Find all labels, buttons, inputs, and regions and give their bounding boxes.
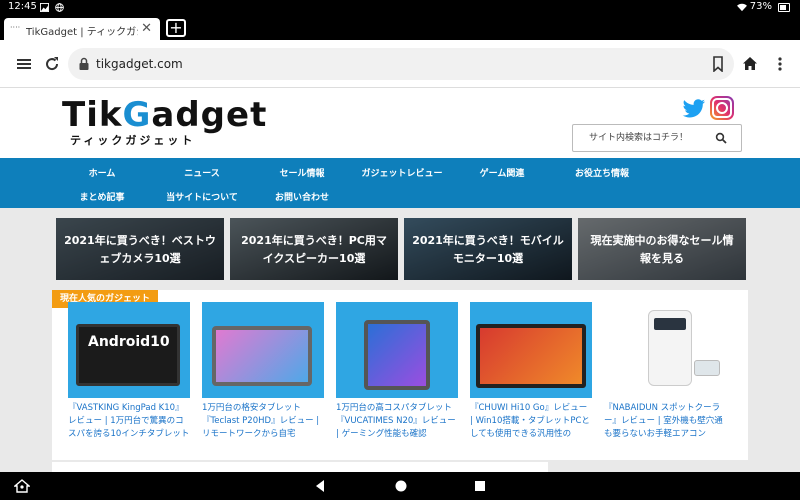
gadget-caption: 1万円台の格安タブレット『Teclast P20HD』レビュー | リモートワー… [202,403,320,439]
menu-icon[interactable] [14,54,34,74]
more-options-icon[interactable] [770,54,790,74]
site-search [572,124,742,152]
tablet-illustration [364,320,430,390]
close-tab-icon[interactable]: ✕ [141,21,152,36]
accessibility-home-icon[interactable] [14,479,30,493]
android-label: Android10 [88,334,170,350]
search-icon[interactable] [715,132,727,144]
gadget-image: Android10 [68,302,190,398]
next-section [52,462,548,472]
nav-item-roundups[interactable]: まとめ記事 [52,190,152,203]
gadget-card[interactable]: 『CHUWI Hi10 Go』レビュー | Win10搭載・タブレットPCとして… [470,302,592,452]
nav-item-games[interactable]: ゲーム関連 [452,166,552,179]
nav-item-reviews[interactable]: ガジェットレビュー [352,166,452,179]
site-logo[interactable]: TikGadget ティックガジェット [62,98,267,148]
feature-banners: 2021年に買うべき！ベストウェブカメラ10選 2021年に買うべき！PC用マイ… [0,208,800,290]
gadget-image [336,302,458,398]
banner-monitor[interactable]: 2021年に買うべき！モバイルモニター10選 [404,218,572,280]
logo-part-b: G [122,95,152,135]
nav-item-about[interactable]: 当サイトについて [152,190,252,203]
banner-label: 現在実施中のお得なセール情報を見る [590,234,734,265]
gadget-caption: 『VASTKING KingPad K10』レビュー | 1万円台で驚異のコスパ… [68,403,190,439]
gadget-caption: 1万円台の高コスパタブレット『VUCATIMES N20』レビュー | ゲーミン… [336,403,456,439]
back-icon[interactable] [314,479,326,493]
home-icon[interactable] [740,54,760,74]
banner-label: 2021年に買うべき！ベストウェブカメラ10選 [64,234,216,265]
status-bar: 12:45 73% [0,0,800,16]
recents-icon[interactable] [474,480,486,492]
tablet-illustration [476,324,586,388]
nav-item-contact[interactable]: お問い合わせ [252,190,352,203]
new-tab-button[interactable]: + [166,19,186,37]
lock-icon [79,57,89,70]
nav-item-sale[interactable]: セール情報 [252,166,352,179]
gadget-image [202,302,324,398]
popular-gadgets: 現在人気のガジェット Android10 『VASTKING KingPad K… [52,290,748,460]
favicon-icon: ···· [10,23,21,32]
banner-sale[interactable]: 現在実施中のお得なセール情報を見る [578,218,746,280]
nav-item-tips[interactable]: お役立ち情報 [552,166,652,179]
system-nav-bar [0,472,800,500]
instagram-icon[interactable] [710,96,734,120]
twitter-icon[interactable] [682,98,706,120]
home-button-icon[interactable] [394,479,408,493]
tablet-illustration [212,326,312,386]
banner-speaker[interactable]: 2021年に買うべき！PC用マイクスピーカー10選 [230,218,398,280]
battery-percent: 73% [749,1,772,12]
cooler-panel [654,318,686,330]
gadget-image [604,302,726,398]
nav-item-home[interactable]: ホーム [52,166,152,179]
wifi-icon [737,3,747,12]
gadget-image [470,302,592,398]
bookmark-icon[interactable] [712,56,724,72]
gadget-card[interactable]: 『NABAIDUN スポットクーラー』レビュー | 室外機も壁穴通も要らないお手… [604,302,726,452]
globe-icon [55,3,64,12]
gadget-caption: 『NABAIDUN スポットクーラー』レビュー | 室外機も壁穴通も要らないお手… [604,403,723,439]
browser-tab[interactable]: ···· TikGadget | ティックガジェ ✕ [4,18,160,40]
image-notification-icon [40,3,49,12]
logo-part-a: Tik [62,95,123,135]
gadget-card[interactable]: 1万円台の高コスパタブレット『VUCATIMES N20』レビュー | ゲーミン… [336,302,458,452]
nav-item-news[interactable]: ニュース [152,166,252,179]
gadget-card[interactable]: Android10 『VASTKING KingPad K10』レビュー | 1… [68,302,190,452]
address-bar[interactable]: tikgadget.com [68,48,734,80]
tab-strip: ···· TikGadget | ティックガジェ ✕ + [0,16,800,40]
main-nav: ホーム ニュース セール情報 ガジェットレビュー ゲーム関連 お役立ち情報 まと… [0,158,800,208]
site-search-input[interactable] [577,128,709,148]
logo-part-c: adget [151,95,268,135]
tab-title: TikGadget | ティックガジェ [26,27,138,38]
url-text: tikgadget.com [96,57,183,71]
banner-label: 2021年に買うべき！モバイルモニター10選 [412,234,564,265]
battery-icon [778,3,790,12]
banner-label: 2021年に買うべき！PC用マイクスピーカー10選 [241,234,387,265]
banner-webcam[interactable]: 2021年に買うべき！ベストウェブカメラ10選 [56,218,224,280]
logo-wordmark: TikGadget [62,98,267,132]
gadget-card[interactable]: 1万円台の格安タブレット『Teclast P20HD』レビュー | リモートワー… [202,302,324,452]
browser-toolbar: tikgadget.com [0,40,800,88]
cooler-accessory [694,360,720,376]
reload-icon[interactable] [42,54,62,74]
gadget-caption: 『CHUWI Hi10 Go』レビュー | Win10搭載・タブレットPCとして… [470,403,590,439]
status-time: 12:45 [8,1,37,12]
